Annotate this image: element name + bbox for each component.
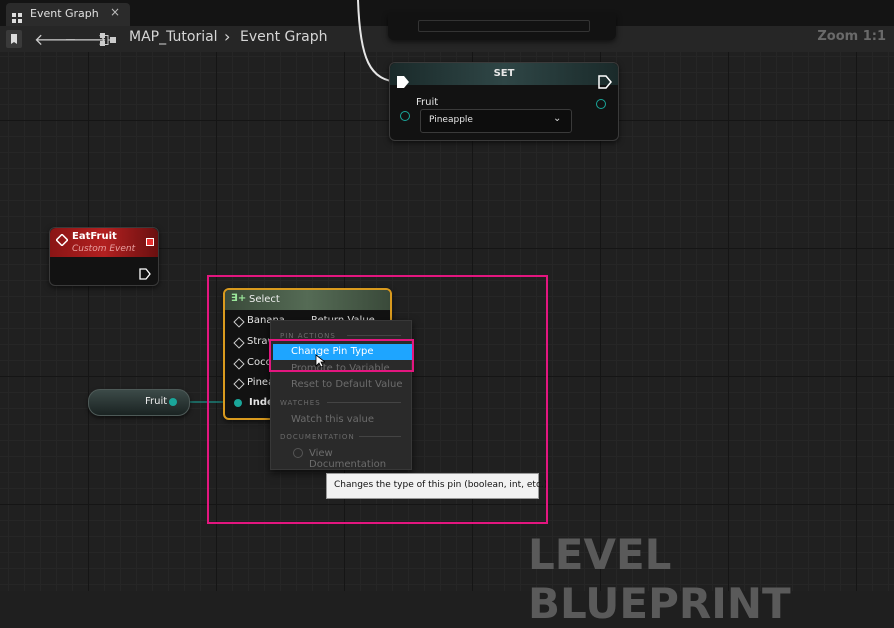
delegate-pin[interactable]	[146, 238, 154, 246]
eatfruit-event-node[interactable]: EatFruit Custom Event	[49, 227, 159, 286]
set-input-pin[interactable]	[400, 111, 410, 121]
set-node-title: SET	[493, 68, 515, 79]
offscreen-node-field	[418, 20, 590, 32]
chevron-down-icon: ⌄	[553, 113, 562, 124]
highlight-menu-item	[269, 339, 414, 372]
fruit-dropdown-value: Pineapple	[429, 115, 473, 125]
set-output-pin[interactable]	[596, 99, 606, 109]
offscreen-node[interactable]	[388, 14, 616, 40]
event-node-subtitle: Custom Event	[72, 244, 136, 254]
highlight-region	[207, 275, 548, 524]
fruit-variable-node[interactable]: Fruit	[88, 389, 190, 416]
fruit-variable-out-pin[interactable]	[169, 398, 177, 406]
exec-in-pin[interactable]	[396, 74, 410, 93]
event-node-title: EatFruit	[72, 231, 117, 242]
set-var-label: Fruit	[416, 97, 439, 108]
fruit-variable-label: Fruit	[145, 396, 168, 407]
fruit-dropdown[interactable]: Pineapple ⌄	[420, 109, 572, 133]
event-icon	[55, 231, 69, 250]
exec-out-pin[interactable]	[598, 74, 612, 93]
level-blueprint-watermark: LEVEL BLUEPRINT	[528, 530, 791, 628]
event-exec-out-pin[interactable]	[139, 265, 151, 284]
set-node[interactable]: SET Fruit Pineapple ⌄	[389, 62, 619, 141]
